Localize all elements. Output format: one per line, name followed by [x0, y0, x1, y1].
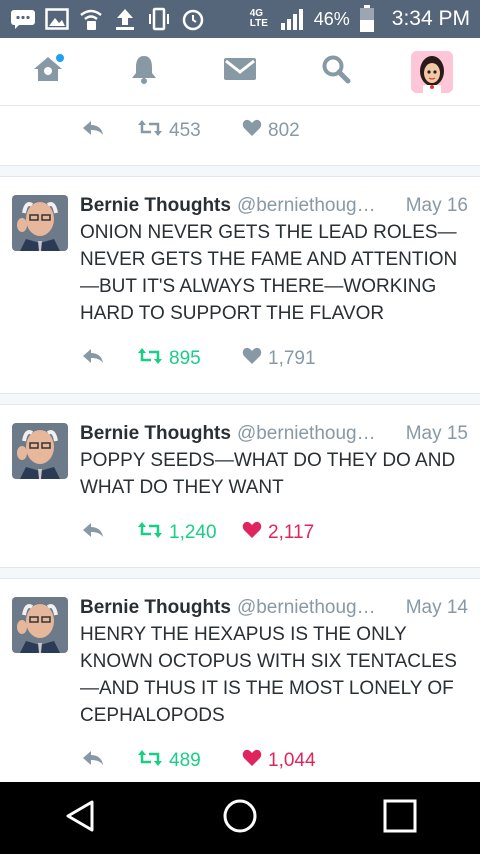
retweet-icon — [137, 750, 163, 772]
tweet-gap — [0, 394, 480, 404]
like-count: 2,117 — [268, 522, 315, 543]
clock: 3:34 PM — [391, 7, 470, 30]
tweet-text: POPPY SEEDS—WHAT DO THEY DO AND WHAT DO … — [80, 450, 456, 498]
wifi-notification-icon — [78, 7, 104, 31]
retweet-button[interactable]: 895 — [137, 348, 242, 370]
retweet-button[interactable]: 489 — [137, 750, 242, 772]
like-count: 802 — [268, 120, 300, 141]
author-name[interactable]: Bernie Thoughts — [80, 597, 231, 619]
messages-tab[interactable] — [210, 42, 270, 102]
heart-icon — [242, 119, 262, 143]
like-count: 1,044 — [268, 750, 316, 771]
timeline[interactable]: 453 802 Bernie Thoughts @berniethoug… Ma… — [0, 106, 480, 782]
network-type-icon: 4G LTE — [249, 8, 268, 29]
upload-icon — [112, 7, 138, 31]
retweet-button[interactable]: 1,240 — [137, 522, 242, 544]
chat-notification-icon — [10, 7, 36, 31]
tweet[interactable]: Bernie Thoughts @berniethoug… May 14 HEN… — [0, 579, 480, 729]
battery-icon — [354, 5, 380, 32]
like-button[interactable]: 1,791 — [242, 347, 316, 371]
search-icon — [321, 54, 351, 89]
reply-icon — [82, 522, 104, 544]
retweet-icon — [137, 522, 163, 544]
heart-icon — [242, 749, 262, 773]
tweet-date[interactable]: May 14 — [398, 597, 468, 619]
system-nav-bar — [0, 782, 480, 854]
tweet-text: ONION NEVER GETS THE LEAD ROLES—NEVER GE… — [80, 222, 458, 324]
alarm-icon — [180, 7, 206, 31]
mail-icon — [223, 56, 257, 87]
bell-icon — [129, 53, 159, 90]
retweet-icon — [137, 120, 163, 142]
like-button[interactable]: 802 — [242, 119, 300, 143]
recents-button[interactable] — [370, 788, 430, 848]
author-handle[interactable]: @berniethoug… — [237, 423, 376, 445]
reply-button[interactable] — [82, 120, 137, 142]
author-avatar[interactable] — [12, 597, 68, 653]
retweet-count: 489 — [169, 750, 201, 771]
author-avatar[interactable] — [12, 195, 68, 251]
author-handle[interactable]: @berniethoug… — [237, 597, 376, 619]
retweet-count: 895 — [169, 348, 201, 369]
tweet-header: Bernie Thoughts @berniethoug… May 15 — [80, 423, 468, 445]
reply-icon — [82, 348, 104, 370]
new-content-dot — [56, 53, 64, 62]
back-button[interactable] — [50, 788, 110, 848]
tweet-actions: 895 1,791 — [0, 335, 480, 383]
tweet[interactable]: Bernie Thoughts @berniethoug… May 15 POP… — [0, 405, 480, 501]
tweet[interactable]: Bernie Thoughts @berniethoug… May 16 ONI… — [0, 177, 480, 327]
tweet-body: Bernie Thoughts @berniethoug… May 15 POP… — [80, 423, 468, 501]
reply-button[interactable] — [82, 750, 137, 772]
back-triangle-icon — [64, 799, 96, 838]
reply-button[interactable] — [82, 522, 137, 544]
tweet-header: Bernie Thoughts @berniethoug… May 16 — [80, 195, 468, 217]
reply-button[interactable] — [82, 348, 137, 370]
home-circle-icon — [222, 798, 258, 839]
retweet-count: 1,240 — [169, 522, 217, 543]
profile-tab[interactable] — [402, 42, 462, 102]
avatar — [411, 50, 453, 93]
image-notification-icon — [44, 7, 70, 31]
like-count: 1,791 — [268, 348, 316, 369]
author-handle[interactable]: @berniethoug… — [237, 195, 376, 217]
tweet-date[interactable]: May 15 — [398, 423, 468, 445]
tweet-actions: 453 802 — [0, 107, 480, 155]
home-tab[interactable] — [18, 42, 78, 102]
tweet-text: HENRY THE HEXAPUS IS THE ONLY KNOWN OCTO… — [80, 624, 457, 726]
author-avatar[interactable] — [12, 423, 68, 479]
tweet-body: Bernie Thoughts @berniethoug… May 16 ONI… — [80, 195, 468, 327]
tweet-actions: 1,240 2,117 — [0, 509, 480, 557]
tweet-gap — [0, 166, 480, 176]
heart-icon — [242, 521, 262, 545]
tweet-header: Bernie Thoughts @berniethoug… May 14 — [80, 597, 468, 619]
battery-percent: 46% — [313, 8, 350, 29]
retweet-icon — [137, 348, 163, 370]
reply-icon — [82, 120, 104, 142]
heart-icon — [242, 347, 262, 371]
author-name[interactable]: Bernie Thoughts — [80, 195, 231, 217]
tweet-actions: 489 1,044 — [0, 737, 480, 782]
notifications-tab[interactable] — [114, 42, 174, 102]
home-button[interactable] — [210, 788, 270, 848]
retweet-button[interactable]: 453 — [137, 120, 242, 142]
recents-square-icon — [383, 799, 417, 838]
phone-vibrate-icon — [146, 7, 172, 31]
status-bar: 4G LTE 46% 3:34 PM — [0, 0, 480, 38]
tweet-gap — [0, 568, 480, 578]
tweet-body: Bernie Thoughts @berniethoug… May 14 HEN… — [80, 597, 468, 729]
signal-icon — [280, 7, 306, 31]
like-button[interactable]: 1,044 — [242, 749, 316, 773]
search-tab[interactable] — [306, 42, 366, 102]
top-nav — [0, 38, 480, 106]
reply-icon — [82, 750, 104, 772]
tweet-date[interactable]: May 16 — [398, 195, 468, 217]
retweet-count: 453 — [169, 120, 201, 141]
like-button[interactable]: 2,117 — [242, 521, 314, 545]
author-name[interactable]: Bernie Thoughts — [80, 423, 231, 445]
